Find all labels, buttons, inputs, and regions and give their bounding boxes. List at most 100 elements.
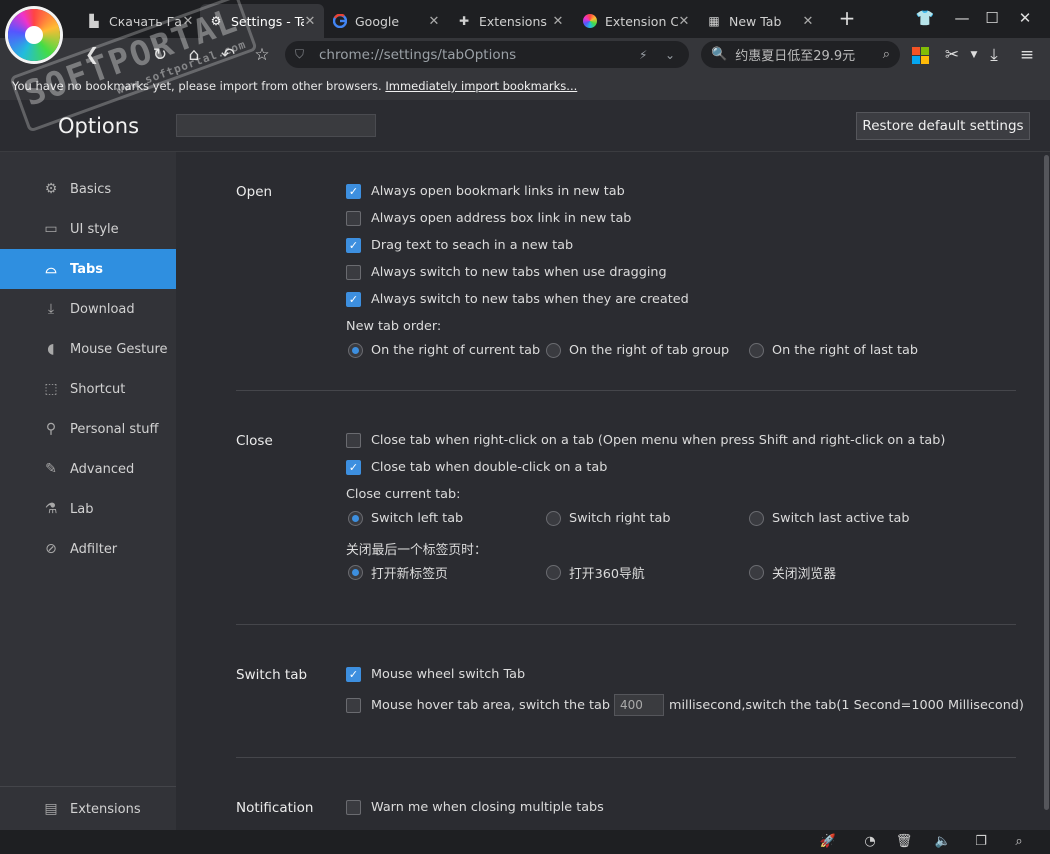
close-icon[interactable]: ✕ [304, 14, 316, 29]
close-window-icon[interactable]: ✕ [1013, 6, 1037, 30]
radio[interactable] [348, 343, 363, 358]
radio-open-new-tab[interactable]: 打开新标签页 [348, 563, 448, 582]
radio-open-360-nav[interactable]: 打开360导航 [546, 563, 645, 582]
radio[interactable] [749, 343, 764, 358]
option-switch-when-created[interactable]: ✓ Always switch to new tabs when they ar… [346, 292, 689, 307]
radio-right-of-last[interactable]: On the right of last tab [749, 343, 918, 358]
skin-icon[interactable]: 👕 [913, 6, 937, 30]
maximize-icon[interactable]: ☐ [980, 6, 1004, 30]
scissors-icon[interactable]: ✂ [940, 43, 964, 67]
windows-apps-icon[interactable] [912, 47, 929, 64]
sidebar-item-advanced[interactable]: ✎ Advanced [0, 449, 176, 489]
option-close-double-click[interactable]: ✓ Close tab when double-click on a tab [346, 460, 607, 475]
checkbox[interactable]: ✓ [346, 460, 361, 475]
options-search-input[interactable] [176, 114, 376, 137]
checkbox[interactable] [346, 211, 361, 226]
sidebar-item-label: Advanced [70, 461, 135, 477]
radio[interactable] [546, 565, 561, 580]
radio[interactable] [749, 565, 764, 580]
sidebar-item-label: Extensions [70, 801, 141, 817]
option-warn-closing-multiple[interactable]: Warn me when closing multiple tabs [346, 800, 604, 815]
radio-close-browser[interactable]: 关闭浏览器 [749, 563, 836, 582]
settings-content: Open ✓ Always open bookmark links in new… [176, 152, 1050, 830]
sidebar-item-personal-stuff[interactable]: ⚲ Personal stuff [0, 409, 176, 449]
minimize-icon[interactable]: — [950, 6, 974, 30]
scrollbar-thumb[interactable] [1044, 155, 1049, 810]
close-icon[interactable]: ✕ [552, 14, 564, 29]
hover-delay-input[interactable] [614, 694, 664, 716]
chevron-down-icon[interactable]: ⌄ [665, 48, 675, 62]
download-icon[interactable]: ⤓ [982, 43, 1006, 67]
new-tab-button[interactable]: + [836, 8, 858, 30]
address-url[interactable]: chrome://settings/tabOptions [319, 47, 639, 63]
radio[interactable] [546, 511, 561, 526]
close-icon[interactable]: ✕ [428, 14, 440, 29]
browser-logo[interactable] [8, 9, 60, 61]
option-mouse-wheel-switch[interactable]: ✓ Mouse wheel switch Tab [346, 667, 525, 682]
option-open-address-new-tab[interactable]: Always open address box link in new tab [346, 211, 631, 226]
option-suffix: millisecond,switch the tab(1 Second=1000… [669, 697, 1024, 713]
checkbox[interactable]: ✓ [346, 667, 361, 682]
checkbox[interactable] [346, 265, 361, 280]
sidebar-item-extensions[interactable]: ▤ Extensions [0, 789, 176, 829]
checkbox[interactable]: ✓ [346, 292, 361, 307]
option-close-right-click[interactable]: Close tab when right-click on a tab (Ope… [346, 433, 945, 448]
radio-switch-right[interactable]: Switch right tab [546, 511, 671, 526]
radio[interactable] [546, 343, 561, 358]
sidebar-item-download[interactable]: ⤓ Download [0, 289, 176, 329]
section-divider [236, 390, 1016, 391]
close-icon[interactable]: ✕ [802, 14, 814, 29]
sidebar-item-basics[interactable]: ⚙ Basics [0, 169, 176, 209]
option-open-bookmark-new-tab[interactable]: ✓ Always open bookmark links in new tab [346, 184, 625, 199]
checkbox[interactable] [346, 697, 361, 713]
option-label: Always open bookmark links in new tab [371, 184, 625, 199]
mouse-icon: ◖ [47, 341, 55, 357]
radio[interactable] [348, 511, 363, 526]
tab-5[interactable]: ▦ New Tab ✕ [698, 4, 822, 38]
sidebar-item-tabs[interactable]: ⌓ Tabs [0, 249, 176, 289]
window-icon[interactable]: ❐ [972, 833, 990, 851]
restore-defaults-button[interactable]: Restore default settings [856, 112, 1030, 140]
menu-icon[interactable]: ≡ [1015, 43, 1039, 67]
checkbox[interactable]: ✓ [346, 184, 361, 199]
sidebar-item-adfilter[interactable]: ⊘ Adfilter [0, 529, 176, 569]
address-bar[interactable]: ⛉ chrome://settings/tabOptions ⚡ ⌄ [285, 41, 689, 68]
tab-3[interactable]: ✚ Extensions In ✕ [448, 4, 572, 38]
radio-switch-left[interactable]: Switch left tab [348, 511, 463, 526]
option-label: Switch left tab [371, 511, 464, 526]
volume-icon[interactable]: 🔈 [934, 833, 952, 851]
person-icon: ⚲ [45, 421, 57, 437]
option-label: Switch last active tab [772, 511, 910, 526]
checkbox[interactable]: ✓ [346, 238, 361, 253]
search-box[interactable]: 🔍 约惠夏日低至29.9元 ⌕ [701, 41, 900, 68]
option-label: 关闭浏览器 [772, 567, 836, 582]
checkbox[interactable] [346, 800, 361, 815]
radio[interactable] [749, 511, 764, 526]
search-go-icon[interactable]: ⌕ [883, 47, 890, 62]
speed-icon[interactable]: ◔ [861, 833, 879, 851]
browser-logo-icon [582, 13, 598, 29]
radio[interactable] [348, 565, 363, 580]
sidebar-item-ui-style[interactable]: ▭ UI style [0, 209, 176, 249]
radio-switch-last-active[interactable]: Switch last active tab [749, 511, 909, 526]
sidebar-item-lab[interactable]: ⚗ Lab [0, 489, 176, 529]
tab-label: Google [355, 13, 400, 29]
radio-right-of-group[interactable]: On the right of tab group [546, 343, 729, 358]
option-switch-when-dragging[interactable]: Always switch to new tabs when use dragg… [346, 265, 667, 280]
sidebar-item-shortcut[interactable]: ⬚ Shortcut [0, 369, 176, 409]
zoom-icon[interactable]: ⌕ [1010, 833, 1028, 851]
close-icon[interactable]: ✕ [678, 14, 690, 29]
radio-right-of-current[interactable]: On the right of current tab [348, 343, 540, 358]
option-drag-search-new-tab[interactable]: ✓ Drag text to seach in a new tab [346, 238, 573, 253]
trash-icon[interactable]: 🗑 [895, 833, 913, 851]
option-label: Switch right tab [569, 511, 671, 526]
lightning-icon[interactable]: ⚡ [639, 48, 647, 62]
checkbox[interactable] [346, 433, 361, 448]
search-text[interactable]: 约惠夏日低至29.9元 [735, 45, 883, 64]
option-mouse-hover-switch[interactable]: Mouse hover tab area, switch the tab mil… [346, 694, 1024, 716]
rocket-icon[interactable]: 🚀 [819, 833, 837, 851]
tab-2[interactable]: Google ✕ [324, 4, 448, 38]
import-bookmarks-link[interactable]: Immediately import bookmarks... [385, 79, 577, 93]
sidebar-item-mouse-gesture[interactable]: ◖ Mouse Gesture [0, 329, 176, 369]
tab-4[interactable]: Extension Ce ✕ [574, 4, 698, 38]
